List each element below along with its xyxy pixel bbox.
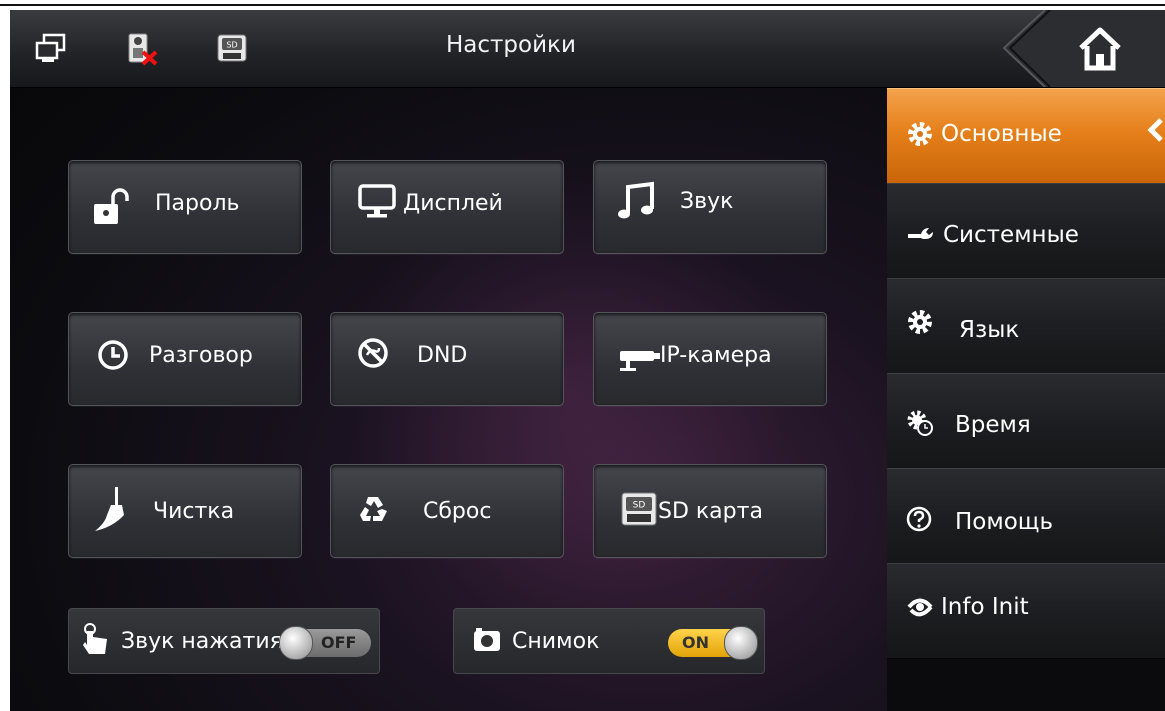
sd-card-icon: SD <box>215 32 249 66</box>
sd-card-icon: SD <box>620 489 660 529</box>
sidebar: Основные Системные Язык Время Помощь Inf… <box>887 88 1165 711</box>
gear-icon <box>905 119 935 149</box>
monitor-icon <box>357 181 397 221</box>
display-tile[interactable]: Дисплей <box>330 160 564 254</box>
sidebar-item-label: Язык <box>959 317 1020 343</box>
switch-knob <box>724 626 758 660</box>
home-button[interactable] <box>1075 24 1125 74</box>
home-area <box>990 10 1165 87</box>
sidebar-item-language[interactable]: Язык <box>887 278 1165 374</box>
password-tile[interactable]: Пароль <box>68 160 302 254</box>
sidebar-item-help[interactable]: Помощь <box>887 468 1165 564</box>
key-sound-row: Звук нажатия OFF <box>68 608 380 674</box>
sidebar-item-label: Основные <box>941 121 1062 147</box>
svg-text:SD: SD <box>226 41 237 50</box>
camera-icon <box>472 627 502 655</box>
gear-clock-icon <box>905 408 935 438</box>
svg-text:SD: SD <box>633 501 646 511</box>
key-sound-state: OFF <box>321 633 357 652</box>
reset-tile[interactable]: Сброс <box>330 464 564 558</box>
snapshot-state: ON <box>682 633 709 652</box>
clean-tile[interactable]: Чистка <box>68 464 302 558</box>
display-label: Дисплей <box>403 191 503 216</box>
settings-grid: Пароль Дисплей Звук Разговор DND IP-каме… <box>10 88 887 711</box>
status-bar: SD Настройки <box>10 10 1165 88</box>
top-border-line <box>0 4 1165 6</box>
eye-refresh-icon <box>905 592 935 622</box>
ip-camera-tile[interactable]: IP-камера <box>593 312 827 406</box>
page-title: Настройки <box>446 32 576 58</box>
switch-knob <box>279 626 313 660</box>
help-icon <box>905 505 935 535</box>
talk-tile[interactable]: Разговор <box>68 312 302 406</box>
padlock-open-icon <box>91 187 131 227</box>
sound-tile[interactable]: Звук <box>593 160 827 254</box>
gear-icon <box>905 307 935 337</box>
door-unit-offline-icon <box>125 32 159 66</box>
snapshot-switch[interactable]: ON <box>668 626 758 660</box>
key-sound-label: Звук нажатия <box>121 629 283 654</box>
sidebar-item-info-init[interactable]: Info Init <box>887 563 1165 659</box>
dnd-label: DND <box>417 343 468 368</box>
talk-label: Разговор <box>149 343 253 368</box>
frame: SD Настройки Пароль Дисплей Звук Разгово… <box>0 0 1165 711</box>
sidebar-item-general[interactable]: Основные <box>887 88 1165 184</box>
device-screen: SD Настройки Пароль Дисплей Звук Разгово… <box>10 10 1165 711</box>
ip-camera-icon <box>618 341 664 381</box>
snapshot-row: Снимок ON <box>453 608 765 674</box>
hand-touch-icon <box>81 623 111 655</box>
sidebar-item-system[interactable]: Системные <box>887 183 1165 279</box>
wrench-icon <box>905 218 935 248</box>
sidebar-item-time[interactable]: Время <box>887 373 1165 469</box>
do-not-disturb-icon <box>355 335 395 375</box>
chevron-left-icon <box>1143 117 1165 143</box>
password-label: Пароль <box>155 191 240 216</box>
sound-label: Звук <box>680 189 734 214</box>
sidebar-item-label: Системные <box>943 222 1079 248</box>
home-icon <box>1079 27 1121 71</box>
key-sound-switch[interactable]: OFF <box>279 626 371 660</box>
sidebar-item-label: Помощь <box>955 509 1054 535</box>
ip-camera-label: IP-камера <box>660 343 772 368</box>
network-icon <box>34 32 68 66</box>
snapshot-label: Снимок <box>512 629 600 654</box>
reset-label: Сброс <box>423 499 492 524</box>
music-note-icon <box>616 181 656 221</box>
sidebar-item-label: Info Init <box>941 594 1029 620</box>
sd-card-label: SD карта <box>658 499 763 524</box>
dnd-tile[interactable]: DND <box>330 312 564 406</box>
broom-icon <box>91 485 131 535</box>
clock-icon <box>95 337 135 377</box>
clean-label: Чистка <box>153 499 235 524</box>
sd-card-tile[interactable]: SD SD карта <box>593 464 827 558</box>
recycle-icon <box>355 491 395 531</box>
sidebar-item-label: Время <box>955 412 1031 438</box>
